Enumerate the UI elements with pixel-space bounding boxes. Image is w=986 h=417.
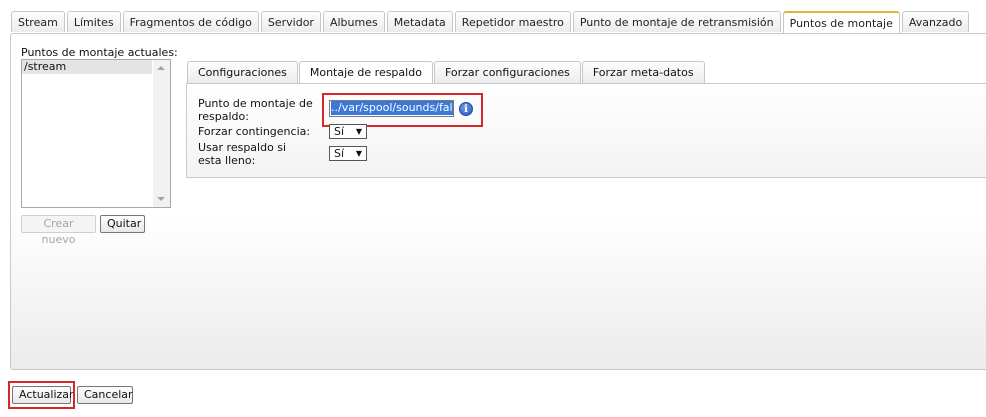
tab-fallback-mount[interactable]: Montaje de respaldo bbox=[298, 61, 433, 84]
scroll-up-icon[interactable] bbox=[157, 66, 165, 70]
tab-code-snippets[interactable]: Fragmentos de código bbox=[122, 11, 259, 32]
mount-list[interactable]: /stream bbox=[21, 59, 171, 208]
highlight-update-button bbox=[8, 381, 75, 409]
fallback-mount-label: Punto de montaje de respaldo: bbox=[198, 97, 313, 123]
force-contingency-label: Forzar contingencia: bbox=[198, 125, 311, 138]
mount-settings-tabs: Configuraciones Montaje de respaldo Forz… bbox=[187, 61, 706, 84]
tab-relay-mount[interactable]: Punto de montaje de retransmisión bbox=[572, 11, 781, 32]
tab-force-settings[interactable]: Forzar configuraciones bbox=[433, 61, 581, 83]
use-if-full-select[interactable]: Sí ▼ bbox=[329, 146, 367, 161]
create-new-button[interactable]: Crear nuevo bbox=[21, 215, 96, 246]
current-mounts-label: Puntos de montaje actuales: bbox=[21, 46, 178, 59]
tab-force-metadata[interactable]: Forzar meta-datos bbox=[581, 61, 705, 83]
use-if-full-label: Usar respaldo si esta lleno: bbox=[198, 141, 287, 167]
tab-configurations[interactable]: Configuraciones bbox=[187, 61, 298, 83]
tab-albums[interactable]: Albumes bbox=[322, 11, 385, 32]
force-contingency-select[interactable]: Sí ▼ bbox=[329, 124, 367, 139]
cancel-button[interactable]: Cancelar bbox=[77, 386, 133, 404]
remove-button[interactable]: Quitar bbox=[100, 215, 145, 233]
use-if-full-value: Sí bbox=[334, 147, 345, 160]
tab-server[interactable]: Servidor bbox=[260, 11, 321, 32]
chevron-down-icon: ▼ bbox=[355, 127, 362, 136]
tab-advanced[interactable]: Avanzado bbox=[901, 11, 970, 32]
force-contingency-value: Sí bbox=[334, 125, 345, 138]
mount-list-scrollbar[interactable] bbox=[153, 60, 170, 207]
highlight-fallback-field bbox=[322, 93, 483, 127]
list-item[interactable]: /stream bbox=[22, 60, 152, 74]
tab-metadata[interactable]: Metadata bbox=[386, 11, 453, 32]
tab-master-relay[interactable]: Repetidor maestro bbox=[454, 11, 571, 32]
tab-limits[interactable]: Límites bbox=[66, 11, 121, 32]
top-tab-bar: Stream Límites Fragmentos de código Serv… bbox=[11, 11, 971, 34]
scroll-down-icon[interactable] bbox=[157, 197, 165, 201]
tab-mount-points[interactable]: Puntos de montaje bbox=[782, 11, 900, 34]
tab-stream[interactable]: Stream bbox=[11, 11, 65, 32]
chevron-down-icon: ▼ bbox=[355, 149, 362, 158]
